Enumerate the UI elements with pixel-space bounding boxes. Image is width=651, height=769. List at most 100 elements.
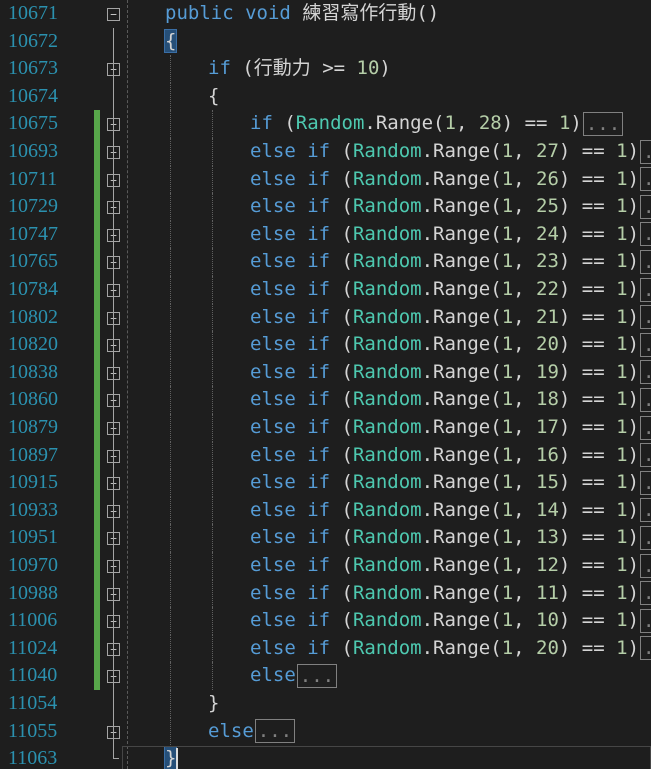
code-line[interactable]: 10879 + else if (Random.Range(1, 17) == 1)… <box>0 414 651 442</box>
collapsed-block-marker[interactable]: ... <box>640 415 651 440</box>
collapsed-block-marker[interactable]: ... <box>640 167 651 192</box>
code-text[interactable]: { <box>208 83 219 111</box>
collapsed-block-marker[interactable]: ... <box>640 443 651 468</box>
collapsed-block-marker[interactable]: ... <box>640 387 651 412</box>
method-call: .Range( <box>421 388 502 411</box>
fold-guide-line <box>113 469 115 497</box>
code-text[interactable]: else if (Random.Range(1, 24) == 1)... <box>250 221 651 249</box>
code-line[interactable]: 10784 + else if (Random.Range(1, 22) == 1)… <box>0 276 651 304</box>
type-name: Random <box>352 195 422 218</box>
code-line[interactable]: 10933 + else if (Random.Range(1, 14) == 1)… <box>0 496 651 525</box>
number-literal: 26 <box>536 167 559 190</box>
code-text[interactable]: else if (Random.Range(1, 13) == 1)... <box>250 524 651 552</box>
code-line[interactable]: 10672 { <box>0 27 651 56</box>
code-line[interactable]: 10747 + else if (Random.Range(1, 24) == 1)… <box>0 220 651 249</box>
code-text[interactable]: else... <box>208 718 296 746</box>
method-call: .Range( <box>421 250 502 273</box>
code-line[interactable]: 10951 + else if (Random.Range(1, 13) == 1)… <box>0 524 651 552</box>
collapsed-block-marker[interactable]: ... <box>640 525 651 550</box>
code-text[interactable]: else if (Random.Range(1, 26) == 1)... <box>250 166 651 194</box>
code-text[interactable]: if (行動力 >= 10) <box>208 55 391 83</box>
collapsed-block-marker[interactable]: ... <box>582 111 624 136</box>
number-literal: 1 <box>616 609 628 632</box>
line-number: 10765 <box>8 250 58 273</box>
collapsed-block-marker[interactable]: ... <box>640 553 651 578</box>
indent-guide <box>212 441 213 470</box>
collapsed-block-marker[interactable]: ... <box>640 139 651 164</box>
code-text[interactable]: if (Random.Range(1, 28) == 1)... <box>250 110 624 138</box>
number-literal: 1 <box>616 526 628 549</box>
code-line[interactable]: 10674 { <box>0 82 651 111</box>
code-text[interactable]: else if (Random.Range(1, 16) == 1)... <box>250 442 651 470</box>
code-text[interactable]: { <box>163 28 178 56</box>
code-line[interactable]: 11055 + else... <box>0 717 651 746</box>
indent-guide <box>170 55 171 83</box>
code-text[interactable]: else if (Random.Range(1, 21) == 1)... <box>250 304 651 332</box>
collapsed-block-marker[interactable]: ... <box>296 663 338 688</box>
line-number: 11055 <box>8 719 58 742</box>
code-line[interactable]: 10765 + else if (Random.Range(1, 23) == 1)… <box>0 248 651 276</box>
code-text[interactable]: else if (Random.Range(1, 23) == 1)... <box>250 248 651 276</box>
operator: ) == <box>558 581 617 604</box>
collapsed-block-marker[interactable]: ... <box>640 498 651 523</box>
indent-guide <box>170 469 171 497</box>
code-line[interactable]: 10820 + else if (Random.Range(1, 20) == 1)… <box>0 331 651 359</box>
paren: ) <box>627 140 640 162</box>
collapsed-block-marker[interactable]: ... <box>640 636 651 661</box>
code-text[interactable]: else if (Random.Range(1, 14) == 1)... <box>250 497 651 525</box>
code-line[interactable]: 10671 − public void 練習寫作行動() <box>0 0 651 28</box>
code-line[interactable]: 10711 + else if (Random.Range(1, 26) == 1)… <box>0 165 651 194</box>
code-text[interactable]: else if (Random.Range(1, 17) == 1)... <box>250 414 651 442</box>
collapsed-block-marker[interactable]: ... <box>640 608 651 633</box>
code-text[interactable]: else if (Random.Range(1, 27) == 1)... <box>250 138 651 166</box>
code-text[interactable]: else if (Random.Range(1, 18) == 1)... <box>250 386 651 414</box>
collapsed-block-marker[interactable]: ... <box>640 222 651 247</box>
code-line[interactable]: 10970 + else if (Random.Range(1, 12) == 1)… <box>0 552 651 580</box>
code-line[interactable]: 10988 + else if (Random.Range(1, 11) == 1)… <box>0 579 651 608</box>
code-line[interactable]: 10838 + else if (Random.Range(1, 19) == 1)… <box>0 358 651 387</box>
code-editor[interactable]: 10671 − public void 練習寫作行動() 10672 {10673− if… <box>0 0 651 769</box>
code-text[interactable]: else if (Random.Range(1, 20) == 1)... <box>250 635 651 663</box>
code-line[interactable]: 10897 + else if (Random.Range(1, 16) == 1)… <box>0 441 651 470</box>
code-text[interactable]: } <box>208 690 219 718</box>
code-line[interactable]: 11006 + else if (Random.Range(1, 10) == 1)… <box>0 607 651 635</box>
code-text[interactable]: public void 練習寫作行動() <box>165 0 439 28</box>
collapsed-block-marker[interactable]: ... <box>640 581 651 606</box>
code-text[interactable]: else if (Random.Range(1, 19) == 1)... <box>250 359 651 387</box>
indent-guide <box>170 524 171 552</box>
collapsed-block-marker[interactable]: ... <box>640 470 651 495</box>
code-line[interactable]: 10729 + else if (Random.Range(1, 25) == 1)… <box>0 193 651 221</box>
collapsed-block-marker[interactable]: ... <box>640 360 651 385</box>
code-line[interactable]: 11054} <box>0 690 651 718</box>
collapse-icon[interactable]: − <box>107 8 120 21</box>
code-text[interactable]: else if (Random.Range(1, 10) == 1)... <box>250 607 651 635</box>
collapsed-block-marker[interactable]: ... <box>640 249 651 274</box>
collapsed-block-marker[interactable]: ... <box>640 305 651 330</box>
number-literal: 1 <box>616 278 628 300</box>
code-text[interactable]: else if (Random.Range(1, 15) == 1)... <box>250 469 651 497</box>
code-text[interactable]: else... <box>250 662 338 690</box>
code-line[interactable]: 10675 + if (Random.Range(1, 28) == 1)... <box>0 110 651 138</box>
line-number: 10729 <box>8 195 58 218</box>
indent-guide <box>170 193 171 221</box>
code-text[interactable]: else if (Random.Range(1, 11) == 1)... <box>250 580 651 608</box>
code-text[interactable]: else if (Random.Range(1, 12) == 1)... <box>250 552 651 580</box>
code-line[interactable]: 10802 + else if (Random.Range(1, 21) == 1)… <box>0 303 651 332</box>
collapsed-block-marker[interactable]: ... <box>640 332 651 357</box>
type-name: Random <box>352 416 422 438</box>
code-line[interactable]: 10915 + else if (Random.Range(1, 15) == 1)… <box>0 469 651 497</box>
collapsed-block-marker[interactable]: ... <box>640 194 651 219</box>
code-text[interactable]: else if (Random.Range(1, 20) == 1)... <box>250 331 651 359</box>
code-line[interactable]: 11024 + else if (Random.Range(1, 20) == 1)… <box>0 634 651 663</box>
paren: ( <box>330 636 353 659</box>
keyword: else if <box>250 250 331 273</box>
collapsed-block-marker[interactable]: ... <box>640 277 651 302</box>
code-line[interactable]: 11040 + else... <box>0 662 651 690</box>
collapsed-block-marker[interactable]: ... <box>254 719 296 744</box>
code-text[interactable]: else if (Random.Range(1, 22) == 1)... <box>250 276 651 304</box>
code-line[interactable]: 10860 + else if (Random.Range(1, 18) == 1)… <box>0 386 651 414</box>
code-line[interactable]: 10693 + else if (Random.Range(1, 27) == 1)… <box>0 138 651 166</box>
code-line[interactable]: 10673− if (行動力 >= 10) <box>0 55 651 83</box>
code-text[interactable]: else if (Random.Range(1, 25) == 1)... <box>250 193 651 221</box>
number-literal: 1 <box>501 305 514 328</box>
